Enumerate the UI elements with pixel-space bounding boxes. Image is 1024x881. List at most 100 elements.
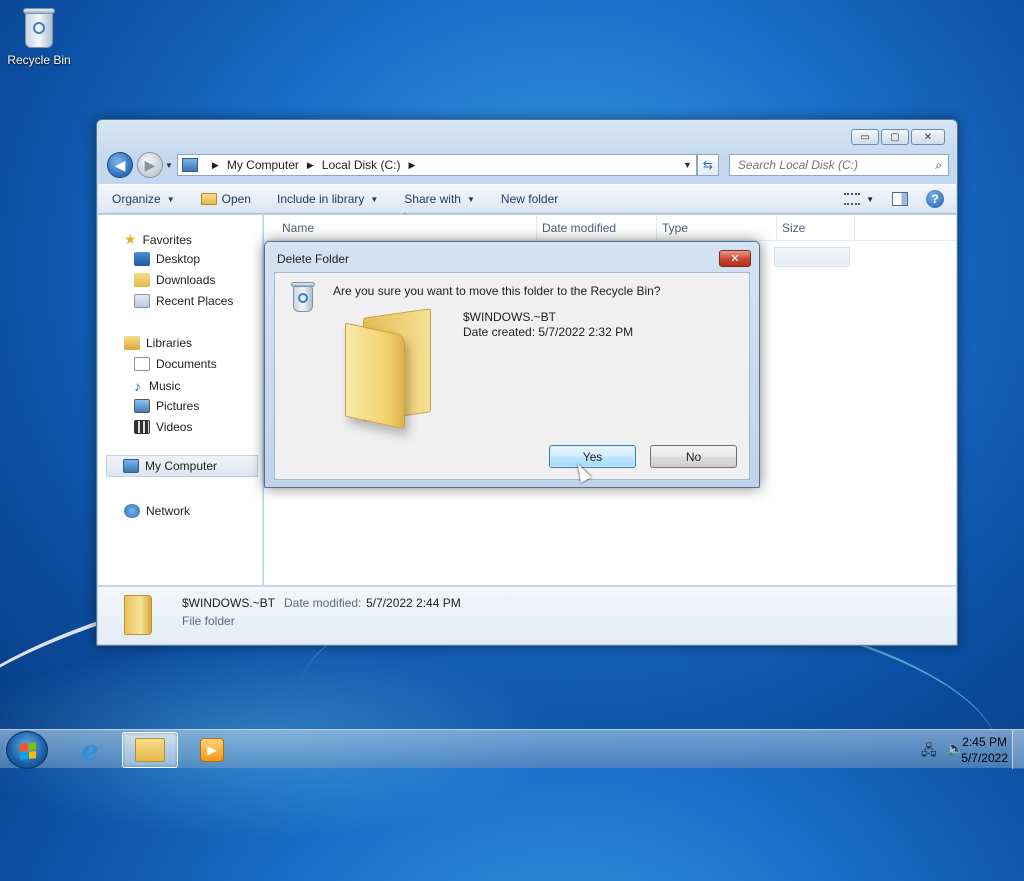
music-icon: ♪	[134, 378, 141, 394]
folder-icon	[124, 595, 152, 635]
recent-pages-dropdown[interactable]: ▼	[165, 161, 173, 170]
breadcrumb-my-computer[interactable]: My Computer	[227, 158, 299, 172]
recycle-bin-icon	[290, 281, 316, 313]
nav-item-downloads[interactable]: Downloads	[134, 273, 215, 287]
computer-icon	[181, 158, 198, 172]
column-divider[interactable]	[854, 215, 855, 241]
search-input[interactable]	[735, 157, 936, 173]
preview-pane-icon[interactable]	[892, 192, 908, 206]
media-player-icon: ▶	[200, 738, 224, 762]
yes-button[interactable]: Yes	[549, 445, 636, 468]
nav-item-favorites[interactable]: ★ Favorites	[124, 231, 192, 248]
show-desktop-button[interactable]	[1012, 730, 1024, 769]
downloads-icon	[134, 273, 150, 287]
close-icon: ✕	[730, 253, 740, 265]
maximize-button[interactable]: ▢	[881, 129, 909, 145]
column-divider[interactable]	[776, 215, 777, 241]
nav-item-pictures[interactable]: Pictures	[134, 399, 199, 413]
taskbar-media-player[interactable]: ▶	[184, 732, 240, 768]
command-bar-right: ▼ ?	[844, 190, 944, 208]
videos-icon	[134, 420, 150, 434]
taskbar-internet-explorer[interactable]: e	[62, 732, 118, 768]
start-button[interactable]	[6, 731, 48, 769]
breadcrumb-separator-icon[interactable]: ▶	[408, 160, 415, 171]
forward-button[interactable]: ▶	[137, 152, 163, 178]
minimize-icon: ▭	[860, 131, 870, 143]
navigation-pane: ★ Favorites Desktop Downloads Recent Plac…	[98, 215, 263, 585]
dialog-question: Are you sure you want to move this folde…	[333, 284, 661, 298]
chevron-down-icon: ▼	[866, 194, 874, 204]
breadcrumb-separator-icon[interactable]: ▶	[212, 160, 219, 171]
nav-item-music[interactable]: ♪ Music	[134, 378, 180, 394]
dialog-folder-name: $WINDOWS.~BT	[463, 310, 557, 324]
back-button[interactable]: ◀	[107, 152, 133, 178]
address-history-dropdown[interactable]: ▼	[683, 160, 692, 170]
address-row: ◀ ▶ ▼ ▶ My Computer ▶ Local Disk (C:) ▶ …	[107, 152, 949, 178]
details-date-value[interactable]: 5/7/2022 2:44 PM	[366, 596, 461, 610]
forward-arrow-icon: ▶	[144, 156, 156, 173]
new-folder-button[interactable]: New folder	[501, 192, 558, 206]
include-in-library-button[interactable]: Include in library ▼	[277, 192, 378, 206]
view-icon	[844, 193, 861, 205]
dialog-date-created: Date created: 5/7/2022 2:32 PM	[463, 325, 634, 339]
computer-icon	[123, 459, 139, 473]
nav-item-network[interactable]: Network	[124, 504, 190, 518]
address-bar[interactable]: ▶ My Computer ▶ Local Disk (C:) ▶ ▼	[176, 154, 697, 176]
breadcrumb-local-disk[interactable]: Local Disk (C:)	[322, 158, 401, 172]
close-button[interactable]: ✕	[911, 129, 945, 145]
share-with-button[interactable]: Share with ▼	[404, 192, 475, 206]
nav-item-desktop[interactable]: Desktop	[134, 252, 200, 266]
open-button[interactable]: Open	[200, 192, 251, 206]
search-box[interactable]: ⌕	[728, 154, 949, 176]
breadcrumb-separator-icon[interactable]: ▶	[307, 160, 314, 171]
details-date-label: Date modified:	[284, 596, 362, 610]
star-icon: ★	[124, 231, 137, 247]
command-bar: Organize ▼ Open Include in library ▼ Share…	[98, 184, 956, 214]
clock-date: 5/7/2022	[961, 751, 1008, 765]
no-button[interactable]: No	[650, 445, 737, 468]
search-icon[interactable]: ⌕	[935, 158, 942, 173]
details-name: $WINDOWS.~BT	[182, 596, 276, 610]
clock[interactable]: 2:45 PM 5/7/2022	[961, 734, 1008, 766]
recycle-bin-label: Recycle Bin	[7, 53, 71, 67]
column-header-row: ⌃ Name Date modified Type Size	[264, 211, 956, 241]
column-divider[interactable]	[656, 215, 657, 241]
recycle-bin-icon	[21, 6, 57, 50]
nav-item-libraries[interactable]: Libraries	[124, 336, 192, 350]
details-type: File folder	[182, 614, 235, 628]
nav-item-recent-places[interactable]: Recent Places	[134, 294, 233, 308]
change-view-button[interactable]: ▼	[844, 193, 874, 205]
chevron-down-icon: ▼	[166, 194, 175, 204]
help-icon[interactable]: ?	[926, 190, 944, 208]
pictures-icon	[134, 399, 150, 413]
taskbar-windows-explorer[interactable]	[122, 732, 178, 768]
minimize-button[interactable]: ▭	[851, 129, 879, 145]
taskbar: e ▶ 🖧 🔈 2:45 PM 5/7/2022	[0, 729, 1024, 769]
nav-item-documents[interactable]: Documents	[134, 357, 217, 371]
nav-item-videos[interactable]: Videos	[134, 420, 192, 434]
column-date-modified[interactable]: Date modified	[542, 221, 616, 235]
close-icon: ✕	[923, 131, 933, 143]
maximize-icon: ▢	[890, 131, 900, 143]
dialog-close-button[interactable]: ✕	[719, 250, 751, 267]
window-controls: ▭ ▢ ✕	[851, 129, 945, 145]
chevron-down-icon: ▼	[370, 194, 379, 204]
documents-icon	[134, 357, 150, 371]
network-icon[interactable]: 🖧	[921, 740, 937, 764]
details-pane: $WINDOWS.~BT Date modified: 5/7/2022 2:4…	[98, 586, 956, 644]
nav-item-my-computer[interactable]: My Computer	[106, 455, 258, 477]
system-tray: 🖧 🔈	[921, 740, 964, 764]
column-type[interactable]: Type	[662, 221, 688, 235]
recent-places-icon	[134, 294, 150, 308]
refresh-button[interactable]: ⇆	[696, 154, 719, 176]
column-name[interactable]: Name	[282, 221, 314, 235]
desktop-icon-recycle-bin[interactable]: Recycle Bin	[4, 6, 74, 67]
column-size[interactable]: Size	[782, 221, 805, 235]
organize-button[interactable]: Organize ▼	[112, 192, 175, 206]
clock-time: 2:45 PM	[962, 735, 1007, 749]
folder-icon	[200, 193, 217, 205]
refresh-icon: ⇆	[702, 158, 713, 172]
network-icon	[124, 504, 140, 518]
table-row-selected[interactable]	[774, 247, 850, 267]
column-divider[interactable]	[536, 215, 537, 241]
